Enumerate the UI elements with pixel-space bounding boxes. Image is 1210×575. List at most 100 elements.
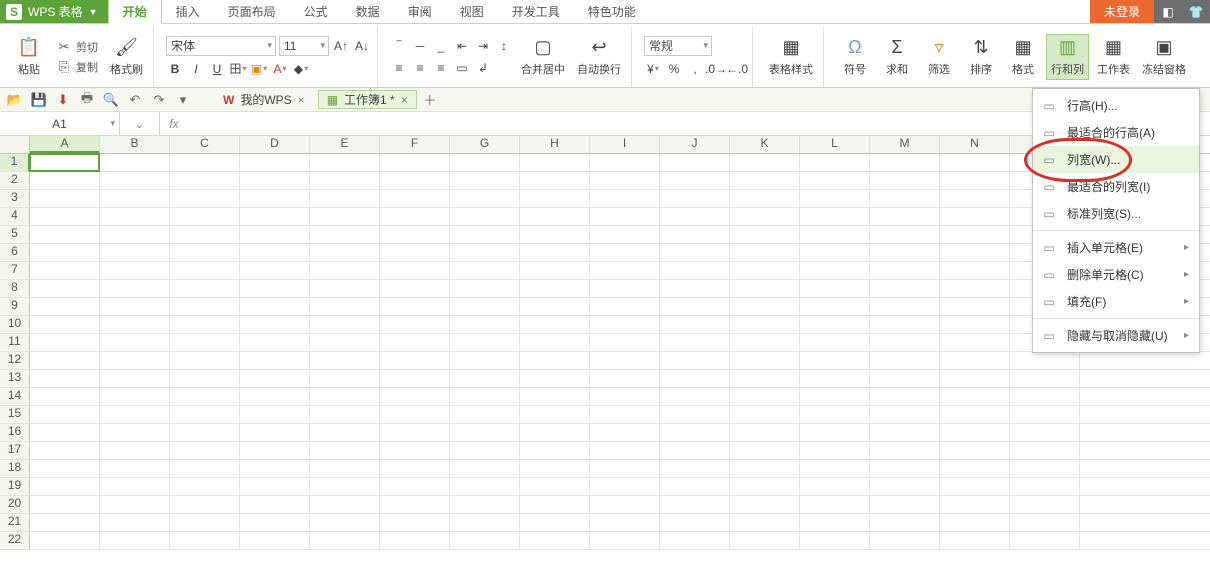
cell-M14[interactable] (870, 388, 940, 405)
cell-M18[interactable] (870, 460, 940, 477)
cell-I10[interactable] (590, 316, 660, 333)
row-header-17[interactable]: 17 (0, 442, 30, 459)
cell-C10[interactable] (170, 316, 240, 333)
col-header-L[interactable]: L (800, 136, 870, 153)
cell-D11[interactable] (240, 334, 310, 351)
freeze-button[interactable]: ▣冻结窗格 (1138, 35, 1190, 79)
col-header-C[interactable]: C (170, 136, 240, 153)
table-style-button[interactable]: ▦ 表格样式 (765, 35, 817, 79)
cell-E3[interactable] (310, 190, 380, 207)
cell-J4[interactable] (660, 208, 730, 225)
cell-A19[interactable] (30, 478, 100, 495)
cell-M21[interactable] (870, 514, 940, 531)
cell-N19[interactable] (940, 478, 1010, 495)
cell-D6[interactable] (240, 244, 310, 261)
cell-M9[interactable] (870, 298, 940, 315)
cell-I8[interactable] (590, 280, 660, 297)
ribbon-tab-0[interactable]: 开始 (108, 0, 162, 24)
cell-E2[interactable] (310, 172, 380, 189)
cell-C8[interactable] (170, 280, 240, 297)
cell-A22[interactable] (30, 532, 100, 549)
cell-H13[interactable] (520, 370, 590, 387)
cell-G6[interactable] (450, 244, 520, 261)
cell-D1[interactable] (240, 154, 310, 171)
cell-F15[interactable] (380, 406, 450, 423)
cell-D5[interactable] (240, 226, 310, 243)
cell-H20[interactable] (520, 496, 590, 513)
sort-button[interactable]: ⇅排序 (962, 35, 1000, 79)
merge-center-button[interactable]: ▢ 合并居中 (517, 35, 569, 79)
cell-J7[interactable] (660, 262, 730, 279)
cell-B11[interactable] (100, 334, 170, 351)
cell-A5[interactable] (30, 226, 100, 243)
cell-D16[interactable] (240, 424, 310, 441)
cell-N4[interactable] (940, 208, 1010, 225)
cell-K20[interactable] (730, 496, 800, 513)
cell-N10[interactable] (940, 316, 1010, 333)
cell-I11[interactable] (590, 334, 660, 351)
cell-N13[interactable] (940, 370, 1010, 387)
cell-I6[interactable] (590, 244, 660, 261)
copy-button[interactable]: ⎘复制 (52, 58, 102, 76)
cell-J20[interactable] (660, 496, 730, 513)
cell-H21[interactable] (520, 514, 590, 531)
cell-M5[interactable] (870, 226, 940, 243)
cell-E6[interactable] (310, 244, 380, 261)
cell-G1[interactable] (450, 154, 520, 171)
tab-workbook-close[interactable]: × (401, 93, 408, 107)
cell-I7[interactable] (590, 262, 660, 279)
row-header-9[interactable]: 9 (0, 298, 30, 315)
cell-H16[interactable] (520, 424, 590, 441)
col-header-F[interactable]: F (380, 136, 450, 153)
cell-D18[interactable] (240, 460, 310, 477)
cell-G18[interactable] (450, 460, 520, 477)
cell-D13[interactable] (240, 370, 310, 387)
cell-G15[interactable] (450, 406, 520, 423)
align-bottom-button[interactable]: _ (432, 37, 450, 55)
cell-L14[interactable] (800, 388, 870, 405)
cell-H17[interactable] (520, 442, 590, 459)
cell-K2[interactable] (730, 172, 800, 189)
cell-F16[interactable] (380, 424, 450, 441)
cell-E17[interactable] (310, 442, 380, 459)
cut-button[interactable]: ✂剪切 (52, 38, 102, 56)
cell-I22[interactable] (590, 532, 660, 549)
cell-fill-button[interactable]: ◆ (292, 60, 310, 78)
col-header-A[interactable]: A (30, 136, 100, 153)
cell-K19[interactable] (730, 478, 800, 495)
cell-A3[interactable] (30, 190, 100, 207)
login-badge[interactable]: 未登录 (1090, 0, 1154, 23)
orientation-button[interactable]: ↕ (495, 37, 513, 55)
indent-increase-button[interactable]: ⇥ (474, 37, 492, 55)
cell-M2[interactable] (870, 172, 940, 189)
dec-inc-button[interactable]: .0→ (707, 60, 725, 78)
cell-G3[interactable] (450, 190, 520, 207)
cell-L6[interactable] (800, 244, 870, 261)
col-header-N[interactable]: N (940, 136, 1010, 153)
cell-J21[interactable] (660, 514, 730, 531)
cell-O17[interactable] (1010, 442, 1080, 459)
cell-A6[interactable] (30, 244, 100, 261)
tab-my-wps[interactable]: W 我的WPS × (214, 90, 314, 109)
row-header-2[interactable]: 2 (0, 172, 30, 189)
align-left-button[interactable]: ≡ (390, 59, 408, 77)
cell-G10[interactable] (450, 316, 520, 333)
cell-D21[interactable] (240, 514, 310, 531)
cell-J2[interactable] (660, 172, 730, 189)
cell-C19[interactable] (170, 478, 240, 495)
cell-M10[interactable] (870, 316, 940, 333)
cell-C20[interactable] (170, 496, 240, 513)
print-icon[interactable]: 🖶 (78, 91, 96, 109)
cell-B10[interactable] (100, 316, 170, 333)
cell-K3[interactable] (730, 190, 800, 207)
cell-D4[interactable] (240, 208, 310, 225)
cell-O12[interactable] (1010, 352, 1080, 369)
cell-O15[interactable] (1010, 406, 1080, 423)
font-grow-button[interactable]: A↑ (332, 37, 350, 55)
cell-N7[interactable] (940, 262, 1010, 279)
cell-L19[interactable] (800, 478, 870, 495)
cell-F18[interactable] (380, 460, 450, 477)
cell-N21[interactable] (940, 514, 1010, 531)
currency-button[interactable]: ¥ (644, 60, 662, 78)
cell-F8[interactable] (380, 280, 450, 297)
